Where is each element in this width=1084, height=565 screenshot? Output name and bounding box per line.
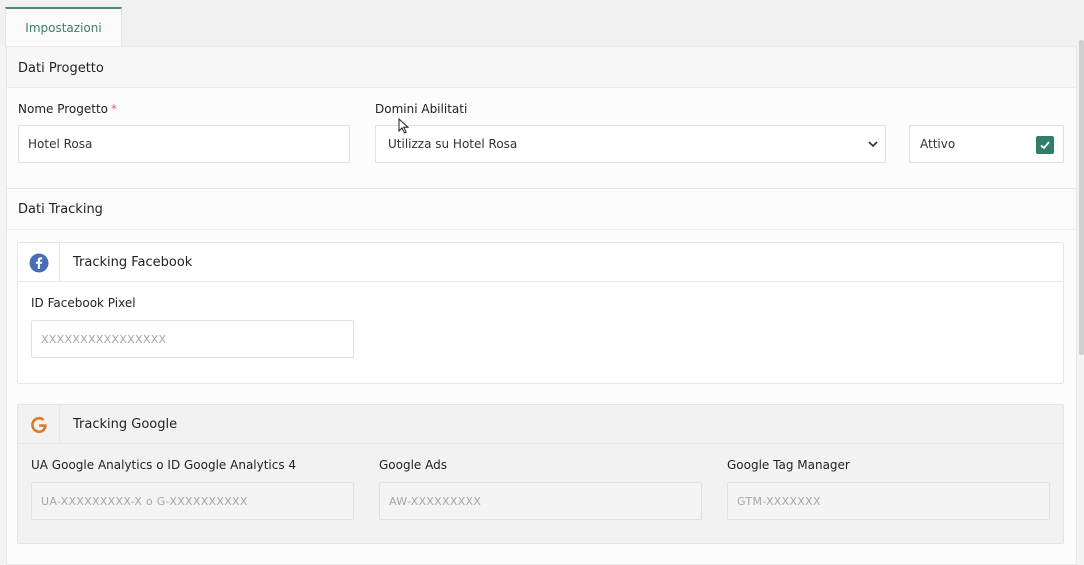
analytics-label: UA Google Analytics o ID Google Analytic… bbox=[31, 458, 297, 472]
google-tracking-card: Tracking Google UA Google Analytics o ID… bbox=[17, 404, 1064, 544]
tracking-section-header bbox=[7, 188, 1076, 230]
project-section-header bbox=[7, 47, 1076, 88]
facebook-icon bbox=[29, 253, 48, 272]
active-checkbox[interactable] bbox=[1036, 136, 1054, 154]
scrollbar[interactable] bbox=[1079, 40, 1084, 355]
facebook-pixel-label: ID Facebook Pixel bbox=[31, 296, 136, 310]
active-toggle-field: Attivo bbox=[909, 125, 1064, 163]
active-label: Attivo bbox=[920, 137, 956, 151]
google-card-header: Tracking Google bbox=[18, 405, 1063, 444]
chevron-down-icon bbox=[868, 141, 878, 148]
check-icon bbox=[1040, 141, 1050, 150]
facebook-pixel-input[interactable]: XXXXXXXXXXXXXXXX bbox=[31, 320, 354, 358]
facebook-card-title: Tracking Facebook bbox=[73, 255, 193, 270]
tab-impostazioni[interactable]: Impostazioni bbox=[5, 7, 122, 47]
gtm-label: Google Tag Manager bbox=[727, 458, 850, 472]
gtm-input[interactable]: GTM-XXXXXXX bbox=[727, 482, 1050, 520]
domains-label: Domini Abilitati bbox=[375, 102, 468, 116]
google-ads-label: Google Ads bbox=[379, 458, 447, 472]
project-section-title: Dati Progetto bbox=[18, 61, 104, 76]
project-name-label: Nome Progetto * bbox=[18, 102, 117, 116]
mouse-cursor-icon bbox=[398, 118, 410, 134]
google-card-title: Tracking Google bbox=[73, 417, 178, 432]
google-icon bbox=[30, 416, 47, 433]
analytics-input[interactable]: UA-XXXXXXXXX-X o G-XXXXXXXXXX bbox=[31, 482, 354, 520]
project-name-input[interactable]: Hotel Rosa bbox=[18, 125, 350, 163]
tracking-section-title: Dati Tracking bbox=[18, 202, 103, 217]
facebook-card-header: Tracking Facebook bbox=[18, 243, 1063, 282]
google-ads-input[interactable]: AW-XXXXXXXXX bbox=[379, 482, 702, 520]
settings-panel: Dati Progetto Nome Progetto * Hotel Rosa … bbox=[6, 46, 1077, 565]
required-mark: * bbox=[111, 102, 117, 116]
tab-bar: Impostazioni bbox=[0, 0, 1084, 47]
facebook-tracking-card: Tracking Facebook ID Facebook Pixel XXXX… bbox=[17, 242, 1064, 384]
domains-select[interactable]: Utilizza su Hotel Rosa bbox=[375, 125, 886, 163]
